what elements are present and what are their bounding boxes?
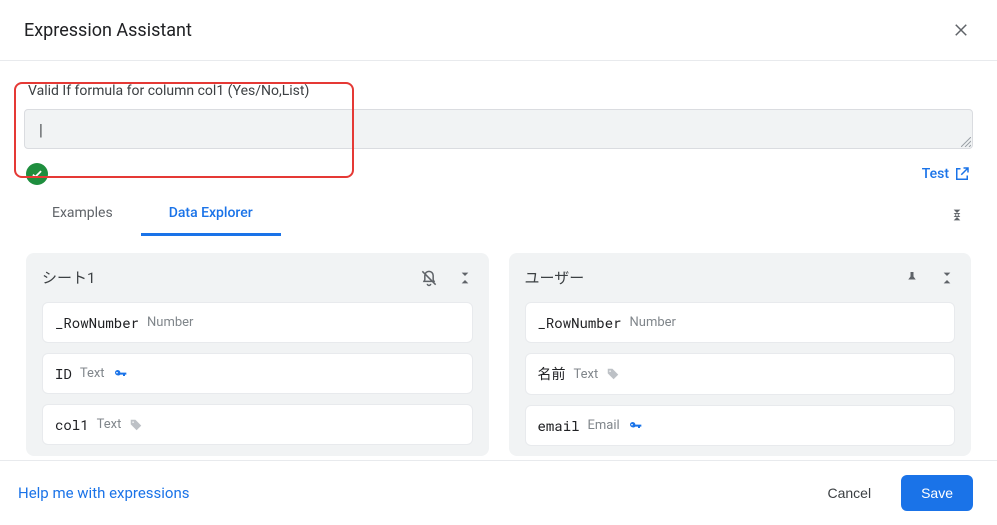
column-name: _RowNumber xyxy=(538,313,622,332)
key-icon xyxy=(628,418,644,434)
notifications-off-button[interactable] xyxy=(419,268,439,288)
panel-header: シート1 xyxy=(42,267,473,288)
data-explorer-panels: シート1 _RowNumber Number ID Text xyxy=(24,253,973,456)
column-name: ID xyxy=(55,364,72,383)
dialog-footer: Help me with expressions Cancel Save xyxy=(0,460,997,525)
pin-icon xyxy=(903,269,921,287)
panel-header: ユーザー xyxy=(525,267,956,288)
text-cursor: | xyxy=(37,123,45,138)
check-icon xyxy=(30,167,44,181)
column-type: Text xyxy=(80,366,105,381)
status-row: Test xyxy=(26,163,971,185)
test-label: Test xyxy=(922,166,949,182)
panel-header-icons xyxy=(903,269,955,287)
tabs: Examples Data Explorer xyxy=(24,193,281,236)
dialog-header: Expression Assistant xyxy=(0,0,997,61)
expression-input[interactable]: | xyxy=(24,109,973,149)
tabs-row: Examples Data Explorer xyxy=(24,193,973,237)
column-name: 名前 xyxy=(538,364,566,384)
tab-examples[interactable]: Examples xyxy=(24,193,141,236)
test-button[interactable]: Test xyxy=(922,165,971,183)
unfold-less-icon xyxy=(949,207,965,223)
column-type: Text xyxy=(97,417,122,432)
footer-actions: Cancel Save xyxy=(817,475,973,511)
tag-icon xyxy=(129,418,143,432)
resize-handle-icon[interactable] xyxy=(961,137,971,147)
column-row[interactable]: ID Text xyxy=(42,353,473,394)
close-button[interactable] xyxy=(949,18,973,42)
panel-sheet1: シート1 _RowNumber Number ID Text xyxy=(26,253,489,456)
expression-label: Valid If formula for column col1 (Yes/No… xyxy=(28,83,969,99)
column-type: Text xyxy=(574,367,599,382)
panel-title: ユーザー xyxy=(525,267,585,288)
unfold-less-icon xyxy=(457,270,473,286)
cancel-button[interactable]: Cancel xyxy=(817,477,881,509)
column-row[interactable]: email Email xyxy=(525,405,956,446)
bell-off-icon xyxy=(419,268,439,288)
tag-icon xyxy=(606,367,620,381)
panel-header-icons xyxy=(419,268,473,288)
panel-collapse-button[interactable] xyxy=(939,269,955,287)
dialog-title: Expression Assistant xyxy=(24,20,192,41)
column-type: Email xyxy=(588,418,620,433)
dialog-content: Valid If formula for column col1 (Yes/No… xyxy=(0,61,997,456)
column-row[interactable]: col1 Text xyxy=(42,404,473,445)
panel-title: シート1 xyxy=(42,267,95,288)
unfold-less-icon xyxy=(939,270,955,286)
column-name: _RowNumber xyxy=(55,313,139,332)
close-icon xyxy=(952,21,970,39)
column-type: Number xyxy=(147,315,193,330)
collapse-all-button[interactable] xyxy=(941,199,973,231)
panel-users: ユーザー _RowNumber Number 名前 Text xyxy=(509,253,972,456)
column-row[interactable]: 名前 Text xyxy=(525,353,956,395)
column-row[interactable]: _RowNumber Number xyxy=(525,302,956,343)
help-link[interactable]: Help me with expressions xyxy=(18,484,190,502)
column-type: Number xyxy=(630,315,676,330)
save-button[interactable]: Save xyxy=(901,475,973,511)
column-name: email xyxy=(538,416,580,435)
column-name: col1 xyxy=(55,415,89,434)
column-row[interactable]: _RowNumber Number xyxy=(42,302,473,343)
tab-data-explorer[interactable]: Data Explorer xyxy=(141,193,281,236)
open-external-icon xyxy=(953,165,971,183)
key-icon xyxy=(113,366,129,382)
expression-input-wrap: | xyxy=(24,109,973,149)
panel-collapse-button[interactable] xyxy=(457,268,473,288)
status-valid-icon xyxy=(26,163,48,185)
pin-button[interactable] xyxy=(903,269,921,287)
